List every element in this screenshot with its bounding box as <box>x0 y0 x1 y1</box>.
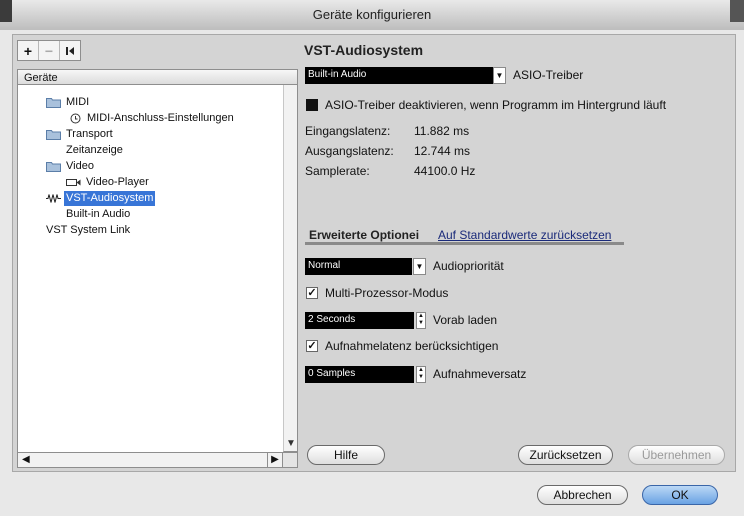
input-latency-value: 11.882 ms <box>414 124 470 138</box>
preload-label: Vorab laden <box>433 313 498 327</box>
tab-advanced-options[interactable]: Erweiterte Optionei <box>309 228 419 242</box>
preload-stepper-icon[interactable]: ▲ ▼ <box>416 312 426 329</box>
dialog-window: + − Geräte MIDI MIDI-Anschluss-Einstellu… <box>0 30 744 516</box>
preload-field[interactable]: 2 Seconds <box>305 312 414 329</box>
reset-button[interactable]: Zurücksetzen <box>518 445 613 465</box>
apply-button[interactable]: Übernehmen <box>628 445 725 465</box>
audio-priority-select[interactable]: Normal <box>305 258 412 275</box>
sample-rate-value: 44100.0 Hz <box>414 164 476 178</box>
asio-deactivate-checkbox[interactable] <box>306 99 318 111</box>
audio-priority-label: Audiopriorität <box>433 259 504 273</box>
output-latency-label: Ausgangslatenz: <box>305 144 394 158</box>
sample-rate-label: Samplerate: <box>305 164 370 178</box>
multiprocessor-label: Multi-Prozessor-Modus <box>325 286 449 300</box>
record-offset-label: Aufnahmeversatz <box>433 367 527 381</box>
asio-driver-select[interactable]: Built-in Audio <box>305 67 493 84</box>
chevron-down-icon[interactable]: ▼ <box>413 258 426 275</box>
help-button[interactable]: Hilfe <box>307 445 385 465</box>
multiprocessor-checkbox[interactable]: ✓ <box>306 287 318 299</box>
tab-underline <box>305 242 624 245</box>
panel-heading: VST-Audiosystem <box>304 42 424 58</box>
record-latency-checkbox[interactable]: ✓ <box>306 340 318 352</box>
record-offset-field[interactable]: 0 Samples <box>305 366 414 383</box>
output-latency-value: 12.744 ms <box>414 144 471 158</box>
cancel-button[interactable]: Abbrechen <box>537 485 628 505</box>
settings-panel: VST-Audiosystem Built-in Audio ▼ ASIO-Tr… <box>0 0 744 516</box>
chevron-down-icon[interactable]: ▼ <box>493 67 506 84</box>
reset-defaults-link[interactable]: Auf Standardwerte zurücksetzen <box>438 228 611 242</box>
ok-button[interactable]: OK <box>642 485 718 505</box>
asio-deactivate-label: ASIO-Treiber deaktivieren, wenn Programm… <box>325 98 667 112</box>
input-latency-label: Eingangslatenz: <box>305 124 391 138</box>
asio-driver-label: ASIO-Treiber <box>513 68 584 82</box>
record-offset-stepper-icon[interactable]: ▲ ▼ <box>416 366 426 383</box>
record-latency-label: Aufnahmelatenz berücksichtigen <box>325 339 499 353</box>
